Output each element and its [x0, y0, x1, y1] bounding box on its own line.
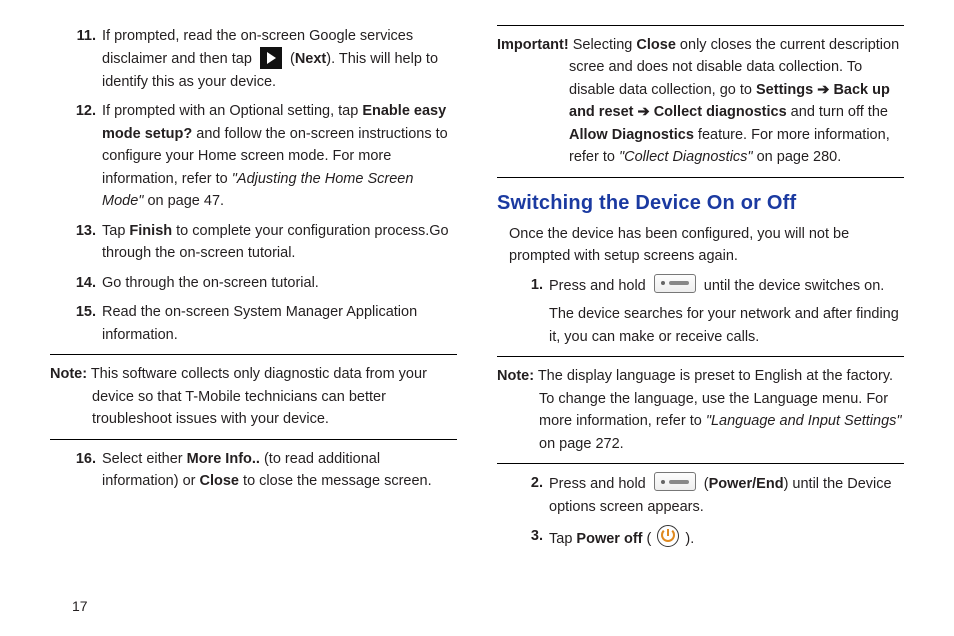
text: The device searches for your network and…: [549, 306, 899, 344]
list-item: 16. Select either More Info.. (to read a…: [50, 448, 457, 493]
next-arrow-icon: [260, 47, 282, 69]
power-off-icon: [657, 525, 679, 547]
list-number: 11.: [50, 25, 102, 93]
note-block: Note: This software collects only diagno…: [50, 363, 457, 430]
list-body: Select either More Info.. (to read addit…: [102, 448, 457, 493]
list-number: 2.: [497, 472, 549, 518]
list-item: 11. If prompted, read the on-screen Goog…: [50, 25, 457, 93]
italic-ref: "Collect Diagnostics": [619, 149, 753, 165]
list-number: 15.: [50, 301, 102, 346]
important-block: Important! Selecting Close only closes t…: [497, 34, 904, 169]
list-item: 1. Press and hold until the device switc…: [497, 274, 904, 348]
list-body: Press and hold until the device switches…: [549, 274, 904, 348]
list-item: 3. Tap Power off ( ).: [497, 525, 904, 550]
text: on page 47.: [143, 193, 224, 209]
text: Read the on-screen System Manager Applic…: [102, 304, 417, 342]
list-number: 16.: [50, 448, 102, 493]
text: Select either: [102, 451, 187, 467]
note-label: Note:: [50, 366, 87, 382]
bold-text: Power/End: [709, 476, 784, 492]
divider: [50, 354, 457, 355]
list-body: Tap Finish to complete your configuratio…: [102, 220, 457, 265]
text: Selecting: [569, 37, 637, 53]
section-heading: Switching the Device On or Off: [497, 188, 904, 219]
text: Go through the on-screen tutorial.: [102, 275, 319, 291]
list-number: 14.: [50, 272, 102, 294]
power-button-icon: [654, 472, 696, 491]
right-column: Important! Selecting Close only closes t…: [497, 25, 904, 616]
divider: [50, 439, 457, 440]
divider: [497, 25, 904, 26]
bold-text: Power off: [576, 531, 642, 547]
list-body: Read the on-screen System Manager Applic…: [102, 301, 457, 346]
arrow-icon: ➔: [633, 104, 653, 120]
list-number: 1.: [497, 274, 549, 348]
text: Press and hold: [549, 476, 650, 492]
list-body: Press and hold (Power/End) until the Dev…: [549, 472, 904, 518]
list-item: 2. Press and hold (Power/End) until the …: [497, 472, 904, 518]
list-body: Go through the on-screen tutorial.: [102, 272, 457, 294]
list-body: If prompted, read the on-screen Google s…: [102, 25, 457, 93]
bold-text: Close: [636, 37, 676, 53]
text: Tap: [549, 531, 576, 547]
bold-text: Settings: [756, 82, 813, 98]
text: to close the message screen.: [239, 473, 432, 489]
text: and turn off the: [787, 104, 888, 120]
italic-ref: "Language and Input Settings": [706, 413, 902, 429]
power-button-icon: [654, 274, 696, 293]
list-item: 15. Read the on-screen System Manager Ap…: [50, 301, 457, 346]
list-item: 12. If prompted with an Optional setting…: [50, 100, 457, 212]
list-body: Tap Power off ( ).: [549, 525, 904, 550]
bold-text: Close: [200, 473, 240, 489]
divider: [497, 463, 904, 464]
text: Tap: [102, 223, 129, 239]
page-number: 17: [72, 598, 88, 614]
list-item: 13. Tap Finish to complete your configur…: [50, 220, 457, 265]
bold-text: Finish: [129, 223, 172, 239]
text: on page 272.: [539, 436, 624, 452]
text: until the device switches on.: [700, 278, 885, 294]
divider: [497, 356, 904, 357]
left-column: 11. If prompted, read the on-screen Goog…: [50, 25, 457, 616]
list-number: 12.: [50, 100, 102, 212]
text: (: [700, 476, 709, 492]
note-label: Note:: [497, 368, 534, 384]
divider: [497, 177, 904, 178]
text: (: [642, 531, 655, 547]
bold-text: Allow Diagnostics: [569, 127, 694, 143]
text: on page 280.: [753, 149, 842, 165]
list-item: 14. Go through the on-screen tutorial.: [50, 272, 457, 294]
list-body: If prompted with an Optional setting, ta…: [102, 100, 457, 212]
bold-text: More Info..: [187, 451, 260, 467]
note-block: Note: The display language is preset to …: [497, 365, 904, 455]
section-intro: Once the device has been configured, you…: [509, 223, 904, 268]
text: Press and hold: [549, 278, 650, 294]
note-body: This software collects only diagnostic d…: [87, 366, 427, 427]
list-number: 3.: [497, 525, 549, 550]
page: 11. If prompted, read the on-screen Goog…: [0, 0, 954, 636]
list-number: 13.: [50, 220, 102, 265]
important-label: Important!: [497, 37, 569, 53]
text: ).: [681, 531, 694, 547]
arrow-icon: ➔: [813, 82, 833, 98]
bold-text: Next: [295, 51, 326, 67]
text: If prompted with an Optional setting, ta…: [102, 103, 362, 119]
bold-text: Collect diagnostics: [654, 104, 787, 120]
